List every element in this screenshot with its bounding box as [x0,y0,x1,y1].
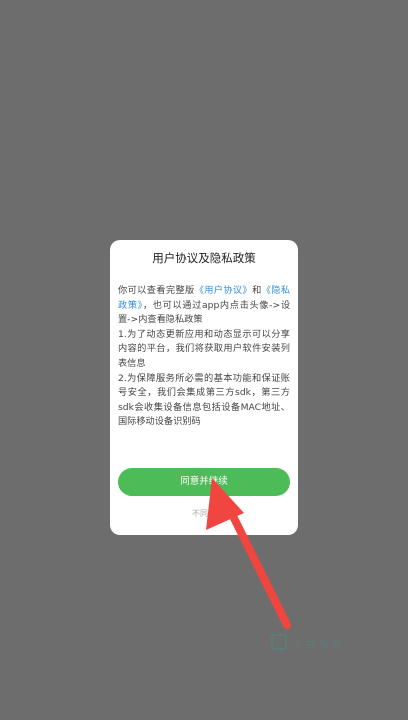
intro-prefix: 你可以查看完整版 [118,285,195,296]
screen: 用户协议及隐私政策 你可以查看完整版《用户协议》和《隐私政策》，也可以通过app… [0,0,408,720]
scroll-fade [110,445,298,469]
sdk-paragraph: 2.为保障服务所必需的基本功能和保证账号安全，我们会集成第三方sdk，第三方sd… [118,372,290,428]
watermark-logo-icon [271,634,287,650]
agree-continue-button[interactable]: 同意并继续 [118,468,290,496]
watermark: 小白系统 [271,632,361,654]
intro-and: 和 [252,285,262,296]
user-agreement-link[interactable]: 《用户协议》 [195,285,252,296]
dialog-title: 用户协议及隐私政策 [152,251,256,265]
intro-paragraph: 你可以查看完整版《用户协议》和《隐私政策》，也可以通过app内点击头像->设置-… [118,284,290,328]
intro-suffix: ，也可以通过app内点击头像->设置->内查看隐私政策 [118,299,290,326]
disagree-button[interactable]: 不同意 [110,508,298,519]
app-list-paragraph: 1.为了动态更新应用和动态显示可以分享内容的平台，我们将获取用户软件安装列表信息 [118,328,290,369]
privacy-dialog: 用户协议及隐私政策 你可以查看完整版《用户协议》和《隐私政策》，也可以通过app… [110,240,298,535]
dialog-body: 你可以查看完整版《用户协议》和《隐私政策》，也可以通过app内点击头像->设置-… [118,284,290,462]
watermark-text: 小白系统 [291,640,347,651]
